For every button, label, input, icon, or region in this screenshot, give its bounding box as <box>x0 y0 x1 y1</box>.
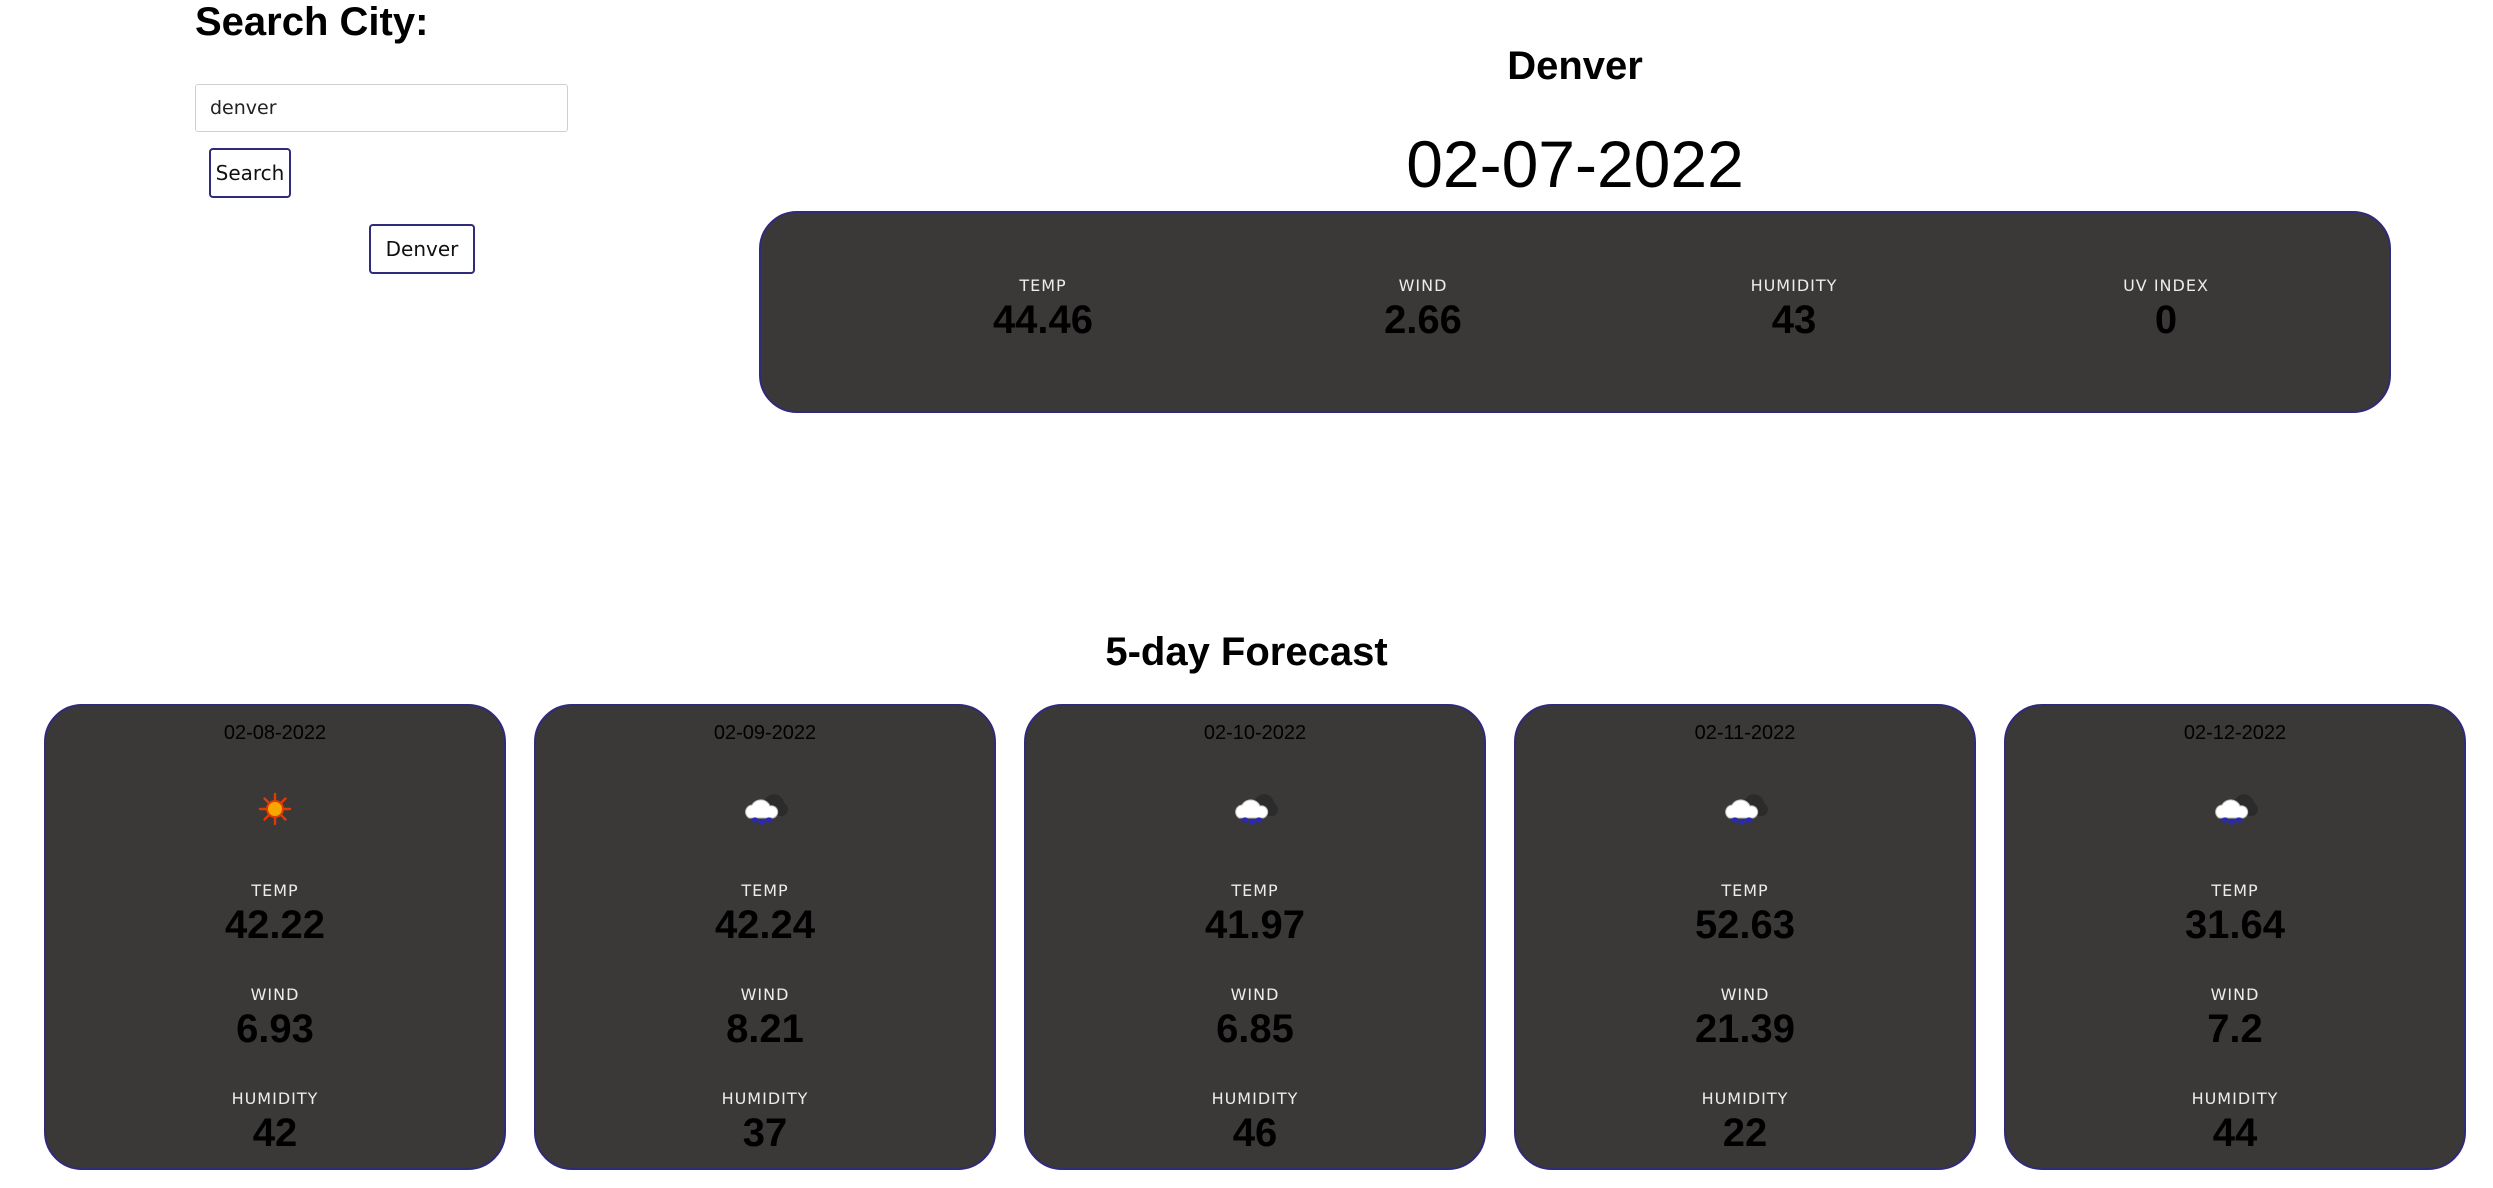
forecast-humidity-label: HUMIDITY <box>1211 1089 1299 1108</box>
current-temp-label: TEMP <box>1019 276 1067 295</box>
forecast-wind-label: WIND <box>740 985 790 1004</box>
forecast-wind: WIND 6.85 <box>1026 984 1484 1052</box>
history-button-denver[interactable]: Denver <box>369 224 475 274</box>
forecast-humidity-label: HUMIDITY <box>721 1089 809 1108</box>
forecast-date: 02-12-2022 <box>2183 722 2287 744</box>
current-wind-value: 2.66 <box>1384 298 1462 342</box>
forecast-card: 02-08-2022 TEMP 42.22 WIND 6.93 HUMIDITY… <box>44 704 506 1170</box>
current-humidity-label: HUMIDITY <box>1750 276 1838 295</box>
sun-icon <box>245 784 305 834</box>
rain-cloud-icon <box>1715 784 1775 834</box>
current-uv-label: UV INDEX <box>2123 276 2209 295</box>
forecast-wind: WIND 7.2 <box>2006 984 2464 1052</box>
current-uv-index: UV INDEX 0 <box>2046 275 2286 343</box>
forecast-temp-value: 42.22 <box>224 903 326 947</box>
forecast-humidity-label: HUMIDITY <box>1701 1089 1789 1108</box>
forecast-wind-value: 21.39 <box>1694 1007 1796 1051</box>
forecast-date: 02-11-2022 <box>1694 722 1796 744</box>
current-date: 02-07-2022 <box>1406 127 1744 201</box>
forecast-humidity: HUMIDITY 42 <box>46 1088 504 1156</box>
weather-dashboard: Search City: Search Denver Denver 02-07-… <box>0 0 2493 1188</box>
forecast-humidity-label: HUMIDITY <box>231 1089 319 1108</box>
forecast-humidity-label: HUMIDITY <box>2191 1089 2279 1108</box>
current-temp-value: 44.46 <box>992 298 1094 342</box>
current-uv-value: 0 <box>2154 298 2178 342</box>
forecast-temp: TEMP 41.97 <box>1026 880 1484 948</box>
forecast-humidity-value: 46 <box>1232 1111 1278 1155</box>
forecast-card: 02-10-2022 TEMP 41.97 WIND 6.85 HUMIDITY… <box>1024 704 1486 1170</box>
forecast-temp-label: TEMP <box>741 881 789 900</box>
forecast-wind: WIND 21.39 <box>1516 984 1974 1052</box>
forecast-temp-value: 41.97 <box>1204 903 1306 947</box>
forecast-wind: WIND 8.21 <box>536 984 994 1052</box>
forecast-date: 02-08-2022 <box>223 722 327 744</box>
current-humidity: HUMIDITY 43 <box>1674 275 1914 343</box>
forecast-temp-value: 31.64 <box>2184 903 2286 947</box>
city-search-input[interactable] <box>195 84 568 132</box>
forecast-temp: TEMP 42.22 <box>46 880 504 948</box>
forecast-wind: WIND 6.93 <box>46 984 504 1052</box>
forecast-humidity-value: 42 <box>252 1111 298 1155</box>
forecast-date: 02-10-2022 <box>1203 722 1307 744</box>
forecast-humidity: HUMIDITY 44 <box>2006 1088 2464 1156</box>
forecast-humidity-value: 37 <box>742 1111 788 1155</box>
forecast-wind-value: 6.85 <box>1216 1007 1294 1051</box>
forecast-temp: TEMP 42.24 <box>536 880 994 948</box>
current-wind: WIND 2.66 <box>1303 275 1543 343</box>
forecast-wind-value: 7.2 <box>2207 1007 2263 1051</box>
forecast-temp-label: TEMP <box>1231 881 1279 900</box>
forecast-humidity: HUMIDITY 22 <box>1516 1088 1974 1156</box>
forecast-humidity: HUMIDITY 37 <box>536 1088 994 1156</box>
forecast-wind-label: WIND <box>250 985 300 1004</box>
forecast-wind-label: WIND <box>1230 985 1280 1004</box>
forecast-card: 02-11-2022 TEMP 52.63 WIND 21.39 HUMIDIT… <box>1514 704 1976 1170</box>
current-wind-label: WIND <box>1398 276 1448 295</box>
forecast-temp: TEMP 31.64 <box>2006 880 2464 948</box>
current-city-name: Denver <box>1507 44 1643 88</box>
rain-cloud-icon <box>735 784 795 834</box>
forecast-temp-value: 52.63 <box>1694 903 1796 947</box>
current-temp: TEMP 44.46 <box>923 275 1163 343</box>
forecast-humidity: HUMIDITY 46 <box>1026 1088 1484 1156</box>
current-weather-card: TEMP 44.46 WIND 2.66 HUMIDITY 43 UV INDE… <box>759 211 2391 413</box>
search-heading: Search City: <box>195 0 429 44</box>
forecast-wind-label: WIND <box>1720 985 1770 1004</box>
forecast-card: 02-12-2022 TEMP 31.64 WIND 7.2 HUMIDITY … <box>2004 704 2466 1170</box>
forecast-heading: 5-day Forecast <box>1105 630 1388 674</box>
forecast-temp-label: TEMP <box>1721 881 1769 900</box>
forecast-wind-value: 8.21 <box>726 1007 804 1051</box>
forecast-humidity-value: 44 <box>2212 1111 2258 1155</box>
rain-cloud-icon <box>1225 784 1285 834</box>
forecast-card: 02-09-2022 TEMP 42.24 WIND 8.21 HUMIDITY… <box>534 704 996 1170</box>
forecast-humidity-value: 22 <box>1722 1111 1768 1155</box>
forecast-temp-value: 42.24 <box>714 903 816 947</box>
forecast-wind-label: WIND <box>2210 985 2260 1004</box>
forecast-temp-label: TEMP <box>251 881 299 900</box>
rain-cloud-icon <box>2205 784 2265 834</box>
forecast-temp-label: TEMP <box>2211 881 2259 900</box>
forecast-wind-value: 6.93 <box>236 1007 314 1051</box>
current-humidity-value: 43 <box>1771 298 1817 342</box>
forecast-temp: TEMP 52.63 <box>1516 880 1974 948</box>
search-button[interactable]: Search <box>209 148 291 198</box>
forecast-date: 02-09-2022 <box>713 722 817 744</box>
